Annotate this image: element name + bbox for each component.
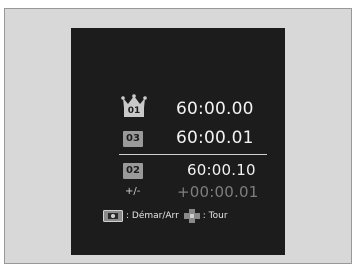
previous-lap-time: 60:00.01 <box>176 128 254 148</box>
difference-row: +/- +00:00.01 <box>71 182 285 202</box>
current-lap-row: 02 60:00.10 <box>71 159 285 181</box>
steering-button-icon <box>103 210 123 222</box>
previous-lap-badge: 03 <box>123 131 143 147</box>
best-lap-time: 60:00.00 <box>176 99 254 119</box>
difference-time: +00:00.01 <box>177 183 259 201</box>
illustration-frame: 01 60:00.00 03 60:00.01 02 60:00.10 +/- … <box>4 8 352 264</box>
previous-lap-row: 03 60:00.01 <box>71 127 285 151</box>
current-lap-badge: 02 <box>123 163 143 179</box>
lap-label: : Tour <box>202 211 228 221</box>
current-lap-time: 60:00.10 <box>187 161 256 179</box>
start-stop-label: : Démar/Arr <box>126 211 179 221</box>
best-lap-row: 01 60:00.00 <box>71 94 285 120</box>
best-lap-number: 01 <box>127 106 141 116</box>
lap-timer-display: 01 60:00.00 03 60:00.01 02 60:00.10 +/- … <box>71 28 285 255</box>
cross-selector-icon <box>183 209 200 223</box>
control-hints: : Démar/Arr : Tour <box>103 209 228 223</box>
lap-divider <box>119 154 267 155</box>
difference-label: +/- <box>125 186 141 197</box>
